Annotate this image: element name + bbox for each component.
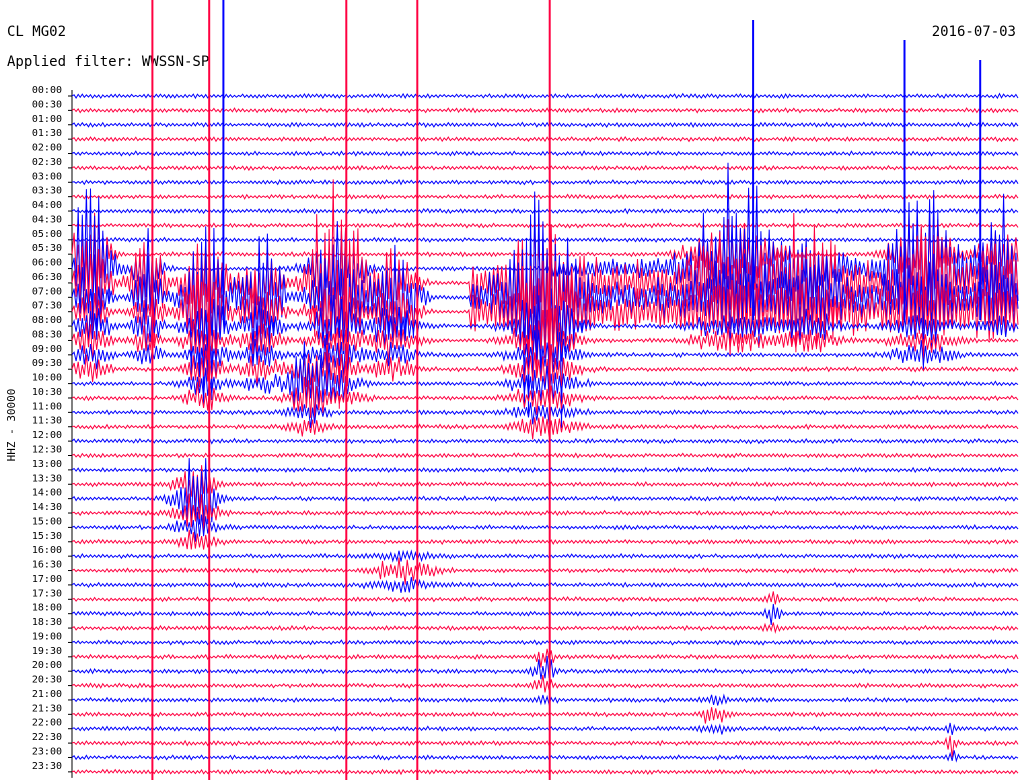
row-time-label: 21:30 [32,703,62,714]
trace-row-0200 [71,150,1019,157]
row-time-label: 22:00 [32,718,62,729]
row-time-label: 14:00 [32,488,62,499]
trace-row-1930 [71,648,1019,668]
row-time-label: 01:30 [32,128,62,139]
row-time-label: 09:30 [32,358,62,369]
row-time-label: 15:30 [32,531,62,542]
trace-row-0100 [71,121,1019,129]
row-time-label: 17:30 [32,588,62,599]
trace-row-0130 [71,136,1019,143]
row-time-label: 23:00 [32,746,62,757]
row-time-label: 02:30 [32,157,62,168]
trace-row-0330 [71,193,1019,200]
trace-row-2100 [71,693,1019,707]
trace-row-0230 [71,164,1019,172]
row-time-label: 05:00 [32,229,62,240]
row-time-label: 12:30 [32,445,62,456]
row-time-label: 05:30 [32,243,62,254]
row-time-label: 13:30 [32,473,62,484]
row-time-label: 08:30 [32,329,62,340]
row-time-label: 11:00 [32,401,62,412]
trace-row-1630 [71,557,1019,585]
row-time-label: 14:30 [32,502,62,513]
trace-row-1400 [71,458,1019,526]
trace-row-2200 [71,722,1019,736]
trace-row-2230 [71,735,1019,758]
date-label: 2016-07-03 [932,24,1016,40]
row-time-label: 03:30 [32,186,62,197]
trace-row-1230 [71,452,1019,459]
row-time-label: 04:00 [32,200,62,211]
row-time-label: 16:00 [32,545,62,556]
row-time-label: 07:30 [32,301,62,312]
row-time-label: 03:00 [32,171,62,182]
row-time-label: 00:00 [32,85,62,96]
row-time-label: 01:00 [32,114,62,125]
row-time-label: 23:30 [32,761,62,772]
trace-row-1600 [71,549,1019,563]
seismogram-chart: CL MG02 2016-07-03 Applied filter: WWSSN… [5,0,1019,780]
trace-row-1530 [71,529,1019,550]
row-time-label: 02:00 [32,143,62,154]
trace-row-2300 [71,750,1019,763]
trace-row-2130 [71,707,1019,724]
trace-row-1800 [71,603,1019,625]
row-time-label: 00:30 [32,99,62,110]
trace-row-0400 [71,207,1019,215]
station-title: CL MG02 [7,24,66,40]
row-time-label: 10:00 [32,373,62,384]
row-time-label: 21:00 [32,689,62,700]
trace-row-1730 [71,591,1019,605]
row-time-label: 20:30 [32,675,62,686]
trace-row-1330 [71,465,1019,509]
trace-row-2330 [71,768,1019,776]
trace-row-1700 [71,577,1019,593]
row-time-label: 11:30 [32,416,62,427]
row-time-label: 22:30 [32,732,62,743]
row-time-label: 13:00 [32,459,62,470]
row-time-label: 17:00 [32,574,62,585]
row-time-label: 10:30 [32,387,62,398]
trace-row-0000 [71,92,1019,100]
row-time-label: 19:30 [32,646,62,657]
row-time-label: 18:30 [32,617,62,628]
trace-row-1830 [71,622,1019,634]
trace-row-1900 [71,639,1019,646]
trace-row-1300 [71,466,1019,474]
row-time-label: 20:00 [32,660,62,671]
row-time-label: 06:30 [32,272,62,283]
trace-row-1130 [71,416,1019,440]
row-time-label: 08:00 [32,315,62,326]
trace-row-0300 [71,178,1019,186]
trace-row-1200 [71,437,1019,445]
row-time-label: 16:30 [32,560,62,571]
row-time-label: 12:00 [32,430,62,441]
row-time-label: 15:00 [32,516,62,527]
row-time-label: 06:00 [32,258,62,269]
trace-row-0430 [71,222,1019,229]
trace-row-0030 [71,107,1019,114]
row-time-label: 19:00 [32,631,62,642]
row-time-label: 18:00 [32,603,62,614]
filter-label: Applied filter: WWSSN-SP [7,54,209,70]
trace-group [71,0,1019,780]
time-axis: 00:00 00:30 01:00 01:30 02:00 02:30 03:00 03:30… [32,85,73,778]
row-time-label: 07:00 [32,286,62,297]
row-time-label: 09:00 [32,344,62,355]
row-time-label: 04:30 [32,214,62,225]
y-axis-label: HHZ - 30000 [5,389,18,462]
